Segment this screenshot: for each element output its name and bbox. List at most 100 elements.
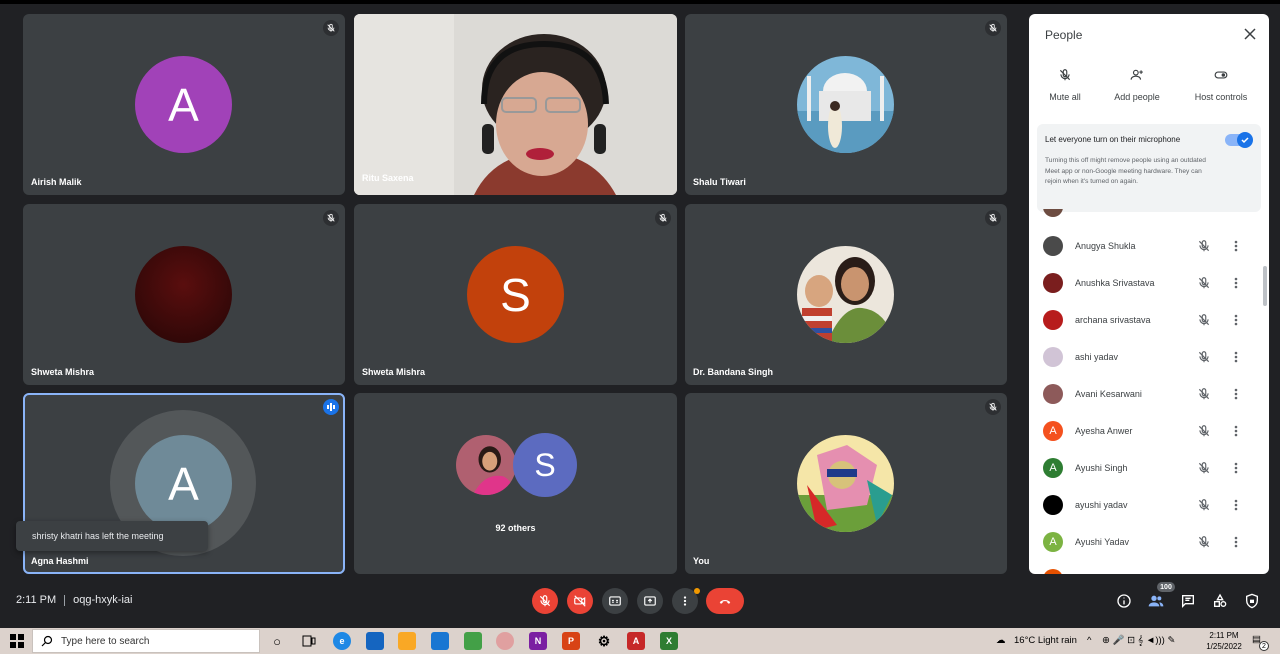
list-item[interactable]: [1029, 561, 1269, 574]
close-icon[interactable]: [1243, 27, 1257, 41]
participant-name: Airish Malik: [31, 177, 82, 187]
avatar: [1043, 310, 1063, 330]
host-controls-button[interactable]: Host controls: [1181, 66, 1261, 102]
person-name: ashi yadav: [1075, 352, 1119, 362]
more-options-icon[interactable]: [1229, 387, 1243, 401]
person-name: Anugya Shukla: [1075, 241, 1136, 251]
file-explorer-icon[interactable]: [398, 632, 416, 650]
participant-tile-shweta-2[interactable]: S Shweta Mishra: [354, 204, 677, 385]
people-button[interactable]: [1147, 592, 1165, 610]
more-options-icon[interactable]: [1229, 313, 1243, 327]
mic-off-icon[interactable]: [1197, 535, 1211, 549]
activities-button[interactable]: [1211, 592, 1229, 610]
list-item[interactable]: ashi yadav: [1029, 339, 1269, 376]
mic-off-icon[interactable]: [1197, 461, 1211, 475]
participant-tile-bandana[interactable]: Dr. Bandana Singh: [685, 204, 1007, 385]
tray-icons[interactable]: ⊕ 🎤 ⊡ 𝄞 ◄))) ✎: [1102, 635, 1175, 646]
meeting-details-button[interactable]: [1115, 592, 1133, 610]
participant-tile-shweta-1[interactable]: Shweta Mishra: [23, 204, 345, 385]
more-options-icon[interactable]: [1229, 276, 1243, 290]
mic-off-icon[interactable]: [1197, 239, 1211, 253]
app-icon[interactable]: [464, 632, 482, 650]
mic-off-icon[interactable]: [1197, 424, 1211, 438]
captions-button[interactable]: [602, 588, 628, 614]
powerpoint-icon[interactable]: P: [562, 632, 580, 650]
mute-all-button[interactable]: Mute all: [1029, 66, 1105, 102]
list-item[interactable]: Anushka Srivastava: [1029, 265, 1269, 302]
microphone-toggle-button[interactable]: [532, 588, 558, 614]
end-call-icon: [719, 599, 731, 604]
more-options-icon[interactable]: [1229, 461, 1243, 475]
host-controls-shield-button[interactable]: [1243, 592, 1261, 610]
list-item[interactable]: A Ayushi Singh: [1029, 450, 1269, 487]
mic-setting-description: Turning this off might remove people usi…: [1045, 157, 1206, 185]
acrobat-icon[interactable]: A: [627, 632, 645, 650]
mic-off-icon[interactable]: [1197, 276, 1211, 290]
list-item[interactable]: Anugya Shukla: [1029, 228, 1269, 265]
people-panel: People Mute all Add people Host controls…: [1029, 14, 1269, 574]
participant-name: Agna Hashmi: [31, 556, 89, 566]
avatar: [797, 56, 894, 153]
list-item[interactable]: ayushi yadav: [1029, 487, 1269, 524]
chat-icon: [1182, 595, 1194, 608]
participant-tile-others[interactable]: S 92 others: [354, 393, 677, 574]
scrollbar[interactable]: [1263, 266, 1267, 306]
present-button[interactable]: [637, 588, 663, 614]
more-options-icon[interactable]: [1229, 239, 1243, 253]
add-people-button[interactable]: Add people: [1097, 66, 1177, 102]
list-item[interactable]: archana srivastava: [1029, 302, 1269, 339]
excel-icon[interactable]: X: [660, 632, 678, 650]
tray-chevron-icon[interactable]: ^: [1087, 635, 1091, 646]
mic-off-icon[interactable]: [1197, 350, 1211, 364]
others-count: 92 others: [495, 523, 536, 533]
mic-off-icon: [985, 20, 1001, 36]
mic-setting-label: Let everyone turn on their microphone: [1045, 135, 1181, 144]
participant-name: Dr. Bandana Singh: [693, 367, 774, 377]
toggle-icon: [1181, 66, 1261, 84]
onenote-icon[interactable]: N: [529, 632, 547, 650]
settings-icon[interactable]: ⚙: [595, 632, 613, 650]
camera-toggle-button[interactable]: [567, 588, 593, 614]
info-icon: [1117, 594, 1131, 608]
participant-tile-shalu[interactable]: Shalu Tiwari: [685, 14, 1007, 195]
participant-tile-airish[interactable]: A Airish Malik: [23, 14, 345, 195]
shield-lock-icon: [1246, 593, 1258, 609]
mic-off-icon[interactable]: [1197, 313, 1211, 327]
mail-icon[interactable]: [431, 632, 449, 650]
avatar: [1043, 384, 1063, 404]
store-icon[interactable]: [366, 632, 384, 650]
app-icon[interactable]: [496, 632, 514, 650]
more-options-icon[interactable]: [1229, 350, 1243, 364]
mic-off-icon: [1029, 66, 1105, 84]
list-item[interactable]: [1029, 209, 1269, 226]
cortana-icon[interactable]: ○: [268, 632, 286, 650]
task-view-icon[interactable]: [300, 632, 318, 650]
person-add-icon: [1097, 66, 1177, 84]
person-name: Ayushi Singh: [1075, 463, 1128, 473]
more-options-icon[interactable]: [1229, 535, 1243, 549]
mic-off-icon[interactable]: [1197, 498, 1211, 512]
avatar: [1043, 569, 1063, 574]
list-item[interactable]: Avani Kesarwani: [1029, 376, 1269, 413]
leave-call-button[interactable]: [706, 588, 744, 614]
clock-date: 1/25/2022: [1206, 642, 1242, 651]
windows-start-icon[interactable]: [10, 634, 24, 648]
more-vert-icon: [683, 596, 687, 606]
weather-status[interactable]: 16°C Light rain: [1014, 635, 1077, 646]
list-item[interactable]: A Ayushi Yadav: [1029, 524, 1269, 561]
more-options-icon[interactable]: [1229, 498, 1243, 512]
more-options-icon[interactable]: [1229, 424, 1243, 438]
person-name: archana srivastava: [1075, 315, 1151, 325]
taskbar-clock[interactable]: 2:11 PM 1/25/2022: [1204, 630, 1244, 652]
list-item[interactable]: A Ayesha Anwer: [1029, 413, 1269, 450]
participant-tile-you[interactable]: You: [685, 393, 1007, 574]
person-name: Anushka Srivastava: [1075, 278, 1155, 288]
mic-off-icon: [539, 595, 551, 607]
mic-permission-toggle[interactable]: [1225, 132, 1253, 148]
taskbar-search-box[interactable]: Type here to search: [32, 629, 260, 653]
participant-name: Ritu Saxena: [362, 173, 414, 183]
edge-icon[interactable]: e: [333, 632, 351, 650]
participant-tile-ritu[interactable]: Ritu Saxena: [354, 14, 677, 195]
mic-off-icon[interactable]: [1197, 387, 1211, 401]
chat-button[interactable]: [1179, 592, 1197, 610]
